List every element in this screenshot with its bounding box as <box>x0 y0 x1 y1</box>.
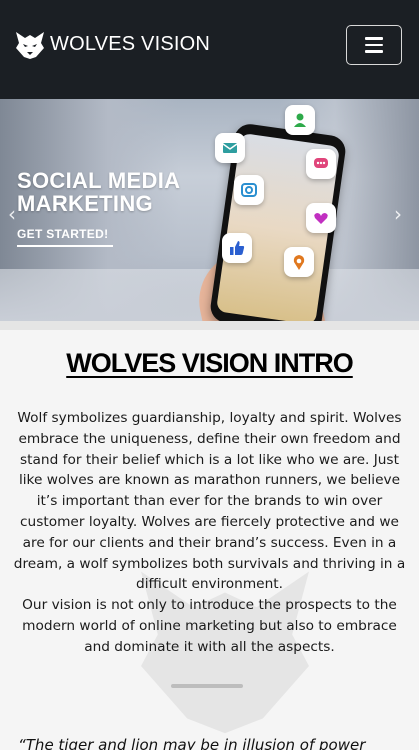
brand-name: WOLVES VISION <box>50 32 211 55</box>
get-started-link[interactable]: GET STARTED! <box>17 227 108 241</box>
user-icon <box>285 105 315 135</box>
hamburger-icon <box>365 37 383 40</box>
camera-icon <box>234 175 264 205</box>
brand-logo[interactable]: WOLVES VISION <box>12 26 210 62</box>
heart-icon <box>306 203 336 233</box>
section-divider <box>171 684 243 688</box>
hamburger-icon-line <box>365 43 383 47</box>
chat-icon <box>306 149 336 179</box>
menu-toggle-button[interactable] <box>346 25 402 65</box>
intro-paragraph-1: Wolf symbolizes guardianship, loyalty an… <box>13 410 406 593</box>
hero-bottom-border <box>0 321 419 330</box>
chevron-left-icon[interactable]: ‹ <box>8 202 16 226</box>
quote-text: “The tiger and lion may be in illusion o… <box>18 736 366 750</box>
hero-title: SOCIAL MEDIA MARKETING <box>17 169 180 215</box>
hero-carousel[interactable]: SOCIAL MEDIA MARKETING GET STARTED! ‹ › <box>0 99 419 321</box>
hamburger-icon-line <box>365 50 383 53</box>
intro-heading: WOLVES VISION INTRO <box>66 348 354 378</box>
intro-paragraph-2: Our vision is not only to introduce the … <box>22 597 397 655</box>
hero-title-line1: SOCIAL MEDIA <box>17 168 181 193</box>
wolf-head-icon <box>16 32 44 59</box>
chevron-right-icon[interactable]: › <box>394 202 402 226</box>
location-icon <box>284 247 314 277</box>
site-header: WOLVES VISION <box>0 0 419 99</box>
email-icon <box>215 133 245 163</box>
cta-underline <box>17 245 113 247</box>
like-icon <box>222 233 252 263</box>
hero-title-line2: MARKETING <box>17 191 153 216</box>
intro-text: Wolf symbolizes guardianship, loyalty an… <box>10 408 409 658</box>
